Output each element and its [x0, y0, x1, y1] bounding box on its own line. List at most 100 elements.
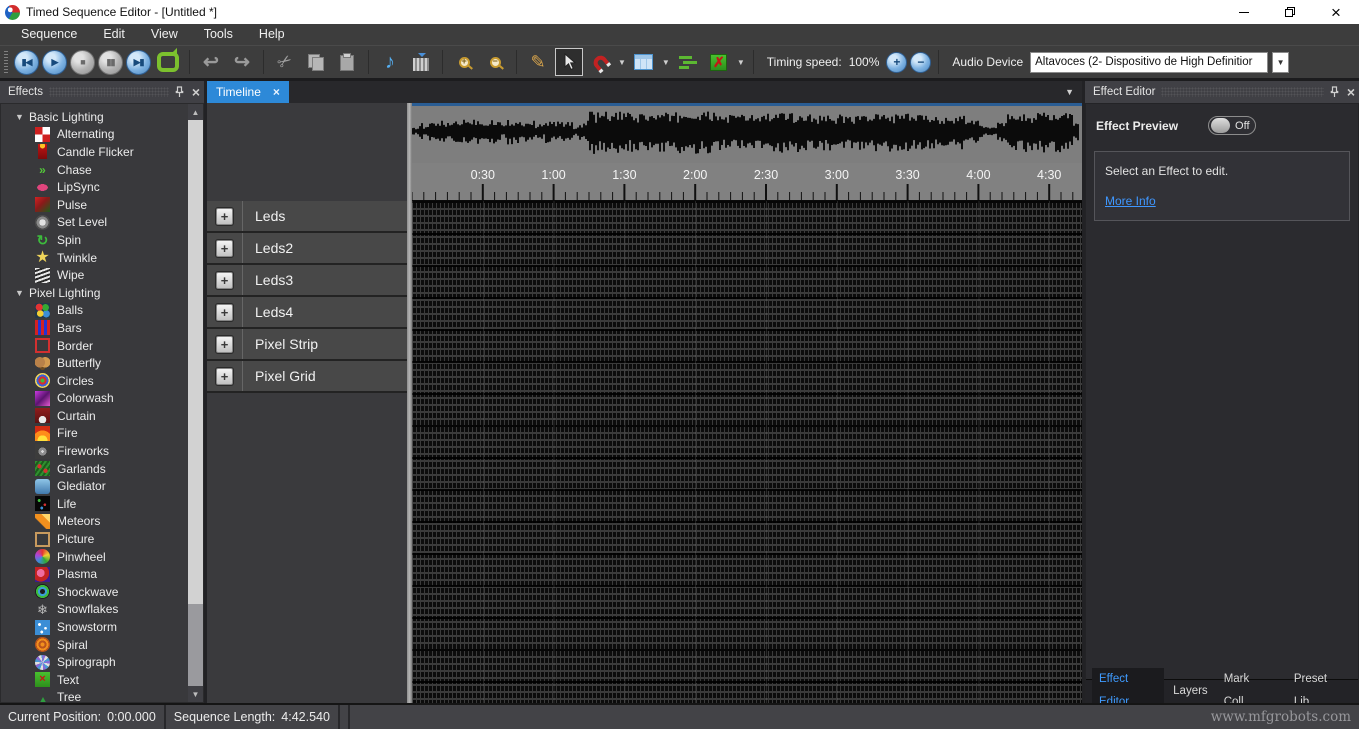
tab-timeline[interactable]: Timeline × — [207, 81, 289, 103]
effect-item-tree[interactable]: Tree — [1, 689, 188, 702]
menu-tools[interactable]: Tools — [191, 24, 246, 45]
zoom-in-button[interactable]: + — [450, 48, 478, 76]
close-icon[interactable] — [1313, 0, 1359, 24]
effect-item-balls[interactable]: Balls — [1, 302, 188, 320]
effect-item-lipsync[interactable]: LipSync — [1, 178, 188, 196]
effect-item-wipe[interactable]: Wipe — [1, 266, 188, 284]
effect-item-spiral[interactable]: Spiral — [1, 636, 188, 654]
effect-preview-toggle[interactable]: Off — [1208, 116, 1256, 135]
align-button[interactable] — [674, 48, 702, 76]
expand-row-button[interactable] — [216, 368, 233, 385]
expand-row-button[interactable] — [216, 336, 233, 353]
effect-item-alternating[interactable]: Alternating — [1, 126, 188, 144]
audio-toggle-button[interactable]: ♪ — [376, 48, 404, 76]
timing-speed-decrease-button[interactable]: − — [910, 52, 931, 73]
close-gaps-dropdown-icon[interactable]: ▼ — [737, 58, 745, 67]
scroll-thumb[interactable] — [188, 120, 203, 604]
expand-row-button[interactable] — [216, 208, 233, 225]
more-info-link[interactable]: More Info — [1105, 194, 1156, 208]
dock-tab-layers[interactable]: Layers — [1166, 680, 1215, 703]
copy-button[interactable] — [302, 48, 330, 76]
expand-row-button[interactable] — [216, 272, 233, 289]
stop-button[interactable]: ■ — [70, 50, 95, 75]
minimize-icon[interactable] — [1221, 0, 1267, 24]
effect-item-pulse[interactable]: Pulse — [1, 196, 188, 214]
dock-tab-preset-lib[interactable]: Preset Lib... — [1287, 668, 1358, 703]
effect-item-fire[interactable]: Fire — [1, 425, 188, 443]
menu-sequence[interactable]: Sequence — [8, 24, 90, 45]
timeline-grid[interactable] — [412, 201, 1082, 703]
toolbar-grip[interactable] — [4, 51, 8, 73]
effect-item-set-level[interactable]: Set Level — [1, 214, 188, 232]
expand-row-button[interactable] — [216, 240, 233, 257]
effects-scrollbar[interactable]: ▲ ▼ — [188, 104, 203, 702]
grid-dropdown-icon[interactable]: ▼ — [662, 58, 670, 67]
timeline-row-leds[interactable]: Leds — [207, 201, 407, 233]
effect-item-border[interactable]: Border — [1, 337, 188, 355]
effect-item-life[interactable]: Life — [1, 495, 188, 513]
pin-icon[interactable] — [1330, 86, 1339, 98]
snap-button[interactable] — [586, 48, 614, 76]
effect-item-twinkle[interactable]: ★Twinkle — [1, 249, 188, 267]
scroll-down-icon[interactable]: ▼ — [188, 686, 203, 702]
timeline-row-leds4[interactable]: Leds4 — [207, 297, 407, 329]
pin-icon[interactable] — [175, 86, 184, 98]
play-button[interactable]: ▶ — [42, 50, 67, 75]
effect-editor-close-icon[interactable]: × — [1347, 85, 1355, 99]
redo-button[interactable]: ↪ — [228, 48, 256, 76]
effect-item-spin[interactable]: ↻Spin — [1, 231, 188, 249]
cut-button[interactable]: ✂ — [271, 48, 299, 76]
audio-device-dropdown-icon[interactable]: ▼ — [1272, 52, 1289, 73]
snap-dropdown-icon[interactable]: ▼ — [618, 58, 626, 67]
draw-mode-button[interactable]: ✎ — [524, 48, 552, 76]
grid-options-button[interactable] — [630, 48, 658, 76]
category-pixel-lighting[interactable]: ▼Pixel Lighting — [1, 284, 188, 302]
effect-item-shockwave[interactable]: Shockwave — [1, 583, 188, 601]
undo-button[interactable]: ↩ — [197, 48, 225, 76]
menu-edit[interactable]: Edit — [90, 24, 138, 45]
effect-item-snowflakes[interactable]: ❄Snowflakes — [1, 601, 188, 619]
loop-button[interactable] — [154, 48, 182, 76]
menu-view[interactable]: View — [138, 24, 191, 45]
effect-item-fireworks[interactable]: Fireworks — [1, 442, 188, 460]
skip-end-button[interactable]: ▶▮ — [126, 50, 151, 75]
effect-item-picture[interactable]: Picture — [1, 530, 188, 548]
effects-close-icon[interactable]: × — [192, 85, 200, 99]
expand-row-button[interactable] — [216, 304, 233, 321]
restore-icon[interactable] — [1267, 0, 1313, 24]
effect-item-text[interactable]: ×Text — [1, 671, 188, 689]
timeline-row-pixel-strip[interactable]: Pixel Strip — [207, 329, 407, 361]
time-ruler[interactable]: 0:301:001:302:002:303:003:304:004:30 — [412, 163, 1082, 201]
menu-help[interactable]: Help — [246, 24, 298, 45]
scroll-up-icon[interactable]: ▲ — [188, 104, 203, 120]
effect-item-garlands[interactable]: Garlands — [1, 460, 188, 478]
effect-item-snowstorm[interactable]: Snowstorm — [1, 618, 188, 636]
effect-item-glediator[interactable]: Glediator — [1, 477, 188, 495]
zoom-out-button[interactable]: − — [481, 48, 509, 76]
effect-item-pinwheel[interactable]: Pinwheel — [1, 548, 188, 566]
effect-item-plasma[interactable]: Plasma — [1, 565, 188, 583]
timing-speed-increase-button[interactable]: + — [886, 52, 907, 73]
tab-list-dropdown-icon[interactable]: ▼ — [1065, 87, 1074, 97]
effect-item-candle-flicker[interactable]: Candle Flicker — [1, 143, 188, 161]
effect-item-colorwash[interactable]: Colorwash — [1, 390, 188, 408]
timeline-row-leds2[interactable]: Leds2 — [207, 233, 407, 265]
effect-item-curtain[interactable]: Curtain — [1, 407, 188, 425]
tab-close-icon[interactable]: × — [273, 85, 280, 99]
effect-item-bars[interactable]: Bars — [1, 319, 188, 337]
audio-device-select[interactable]: Altavoces (2- Dispositivo de High Defini… — [1030, 52, 1268, 73]
effect-item-butterfly[interactable]: Butterfly — [1, 354, 188, 372]
collapse-arrow-icon[interactable]: ▼ — [15, 112, 29, 122]
timeline-row-leds3[interactable]: Leds3 — [207, 265, 407, 297]
effect-item-spirograph[interactable]: Spirograph — [1, 653, 188, 671]
timeline-row-pixel-grid[interactable]: Pixel Grid — [207, 361, 407, 393]
collapse-arrow-icon[interactable]: ▼ — [15, 288, 29, 298]
close-gaps-button[interactable]: ✗ — [705, 48, 733, 76]
effect-item-circles[interactable]: Circles — [1, 372, 188, 390]
paste-button[interactable] — [333, 48, 361, 76]
dock-tab-mark-coll[interactable]: Mark Coll... — [1217, 668, 1285, 703]
pause-button[interactable]: ▮▮ — [98, 50, 123, 75]
audio-waveform[interactable] — [412, 103, 1082, 163]
category-basic-lighting[interactable]: ▼Basic Lighting — [1, 108, 188, 126]
effect-item-meteors[interactable]: Meteors — [1, 513, 188, 531]
